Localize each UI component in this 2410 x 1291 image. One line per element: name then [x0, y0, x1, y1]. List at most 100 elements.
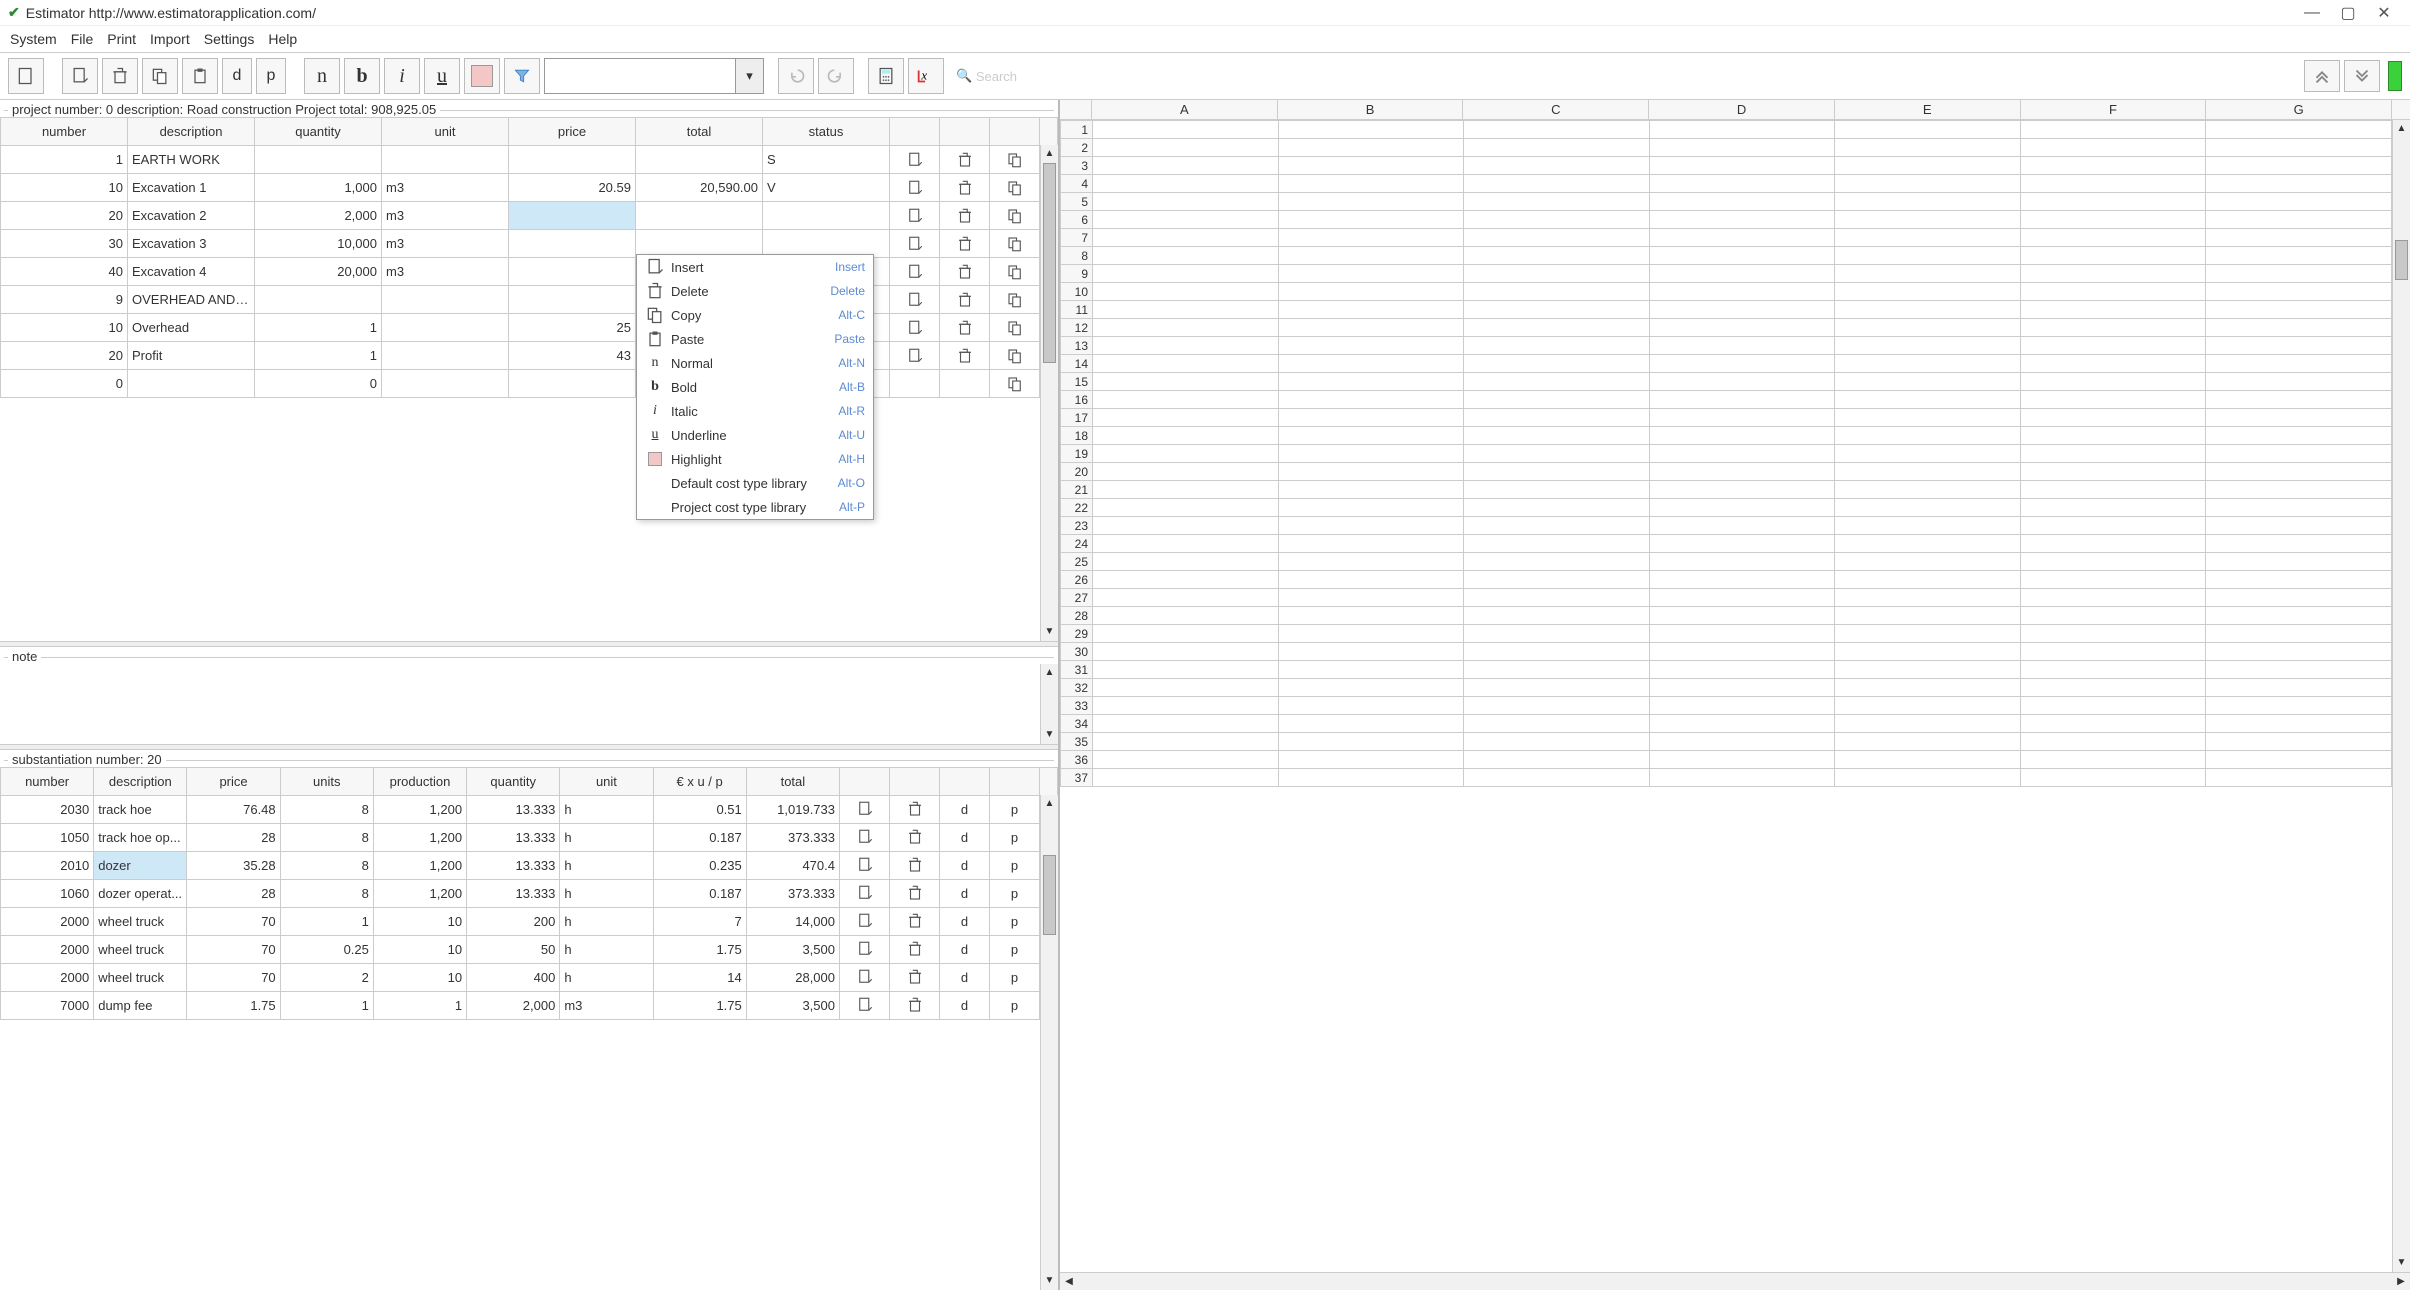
sheet-row-header[interactable]: 37 — [1061, 769, 1093, 787]
menu-import[interactable]: Import — [150, 31, 190, 47]
substantiation-grid[interactable]: numberdescriptionpriceunitsproductionqua… — [0, 767, 1058, 1291]
sub-col[interactable]: total — [746, 767, 839, 795]
sheet-cell[interactable] — [1464, 337, 1650, 355]
sheet-cell[interactable] — [1464, 751, 1650, 769]
sheet-cell[interactable] — [2020, 769, 2206, 787]
sheet-row[interactable]: 22 — [1061, 499, 2410, 517]
sheet-row-header[interactable]: 15 — [1061, 373, 1093, 391]
sheet-cell[interactable] — [1464, 481, 1650, 499]
sheet-row-header[interactable]: 8 — [1061, 247, 1093, 265]
sheet-row[interactable]: 11 — [1061, 301, 2410, 319]
sheet-row-header[interactable]: 22 — [1061, 499, 1093, 517]
sheet-cell[interactable] — [1278, 715, 1464, 733]
sheet-cell[interactable] — [2020, 535, 2206, 553]
sub-col[interactable]: € x u / p — [653, 767, 746, 795]
sheet-cell[interactable] — [2020, 409, 2206, 427]
sheet-cell[interactable] — [1278, 643, 1464, 661]
sheet-cell[interactable] — [1835, 463, 2021, 481]
sheet-row[interactable]: 17 — [1061, 409, 2410, 427]
sheet-cell[interactable] — [1093, 607, 1279, 625]
row-delete-button[interactable] — [890, 823, 940, 851]
sheet-cell[interactable] — [1093, 175, 1279, 193]
sub-row[interactable]: 2000 wheel truck 70 1 10 200 h 7 14,000 … — [1, 907, 1058, 935]
sheet-cell[interactable] — [1278, 553, 1464, 571]
sheet-cell[interactable] — [1278, 247, 1464, 265]
sheet-cell[interactable] — [1464, 427, 1650, 445]
sheet-cell[interactable] — [1093, 661, 1279, 679]
sheet-cell[interactable] — [1278, 679, 1464, 697]
sheet-cell[interactable] — [2020, 607, 2206, 625]
sheet-row-header[interactable]: 24 — [1061, 535, 1093, 553]
row-delete-button[interactable] — [940, 230, 990, 258]
sheet-cell[interactable] — [1649, 175, 1835, 193]
menu-help[interactable]: Help — [268, 31, 297, 47]
sheet-cell[interactable] — [1093, 319, 1279, 337]
sheet-cell[interactable] — [2206, 733, 2392, 751]
sheet-cell[interactable] — [1278, 661, 1464, 679]
sheet-cell[interactable] — [1464, 157, 1650, 175]
sheet-cell[interactable] — [1649, 607, 1835, 625]
row-insert-button[interactable] — [890, 146, 940, 174]
row-delete-button[interactable] — [890, 907, 940, 935]
row-insert-button[interactable] — [890, 174, 940, 202]
sheet-cell[interactable] — [2020, 589, 2206, 607]
sheet-row[interactable]: 37 — [1061, 769, 2410, 787]
sheet-cell[interactable] — [1278, 625, 1464, 643]
row-copy-button[interactable] — [990, 314, 1040, 342]
sheet-cell[interactable] — [2206, 679, 2392, 697]
sheet-cell[interactable] — [1093, 481, 1279, 499]
sheet-cell[interactable] — [1093, 427, 1279, 445]
est-col-unit[interactable]: unit — [382, 118, 509, 146]
sheet-cell[interactable] — [1649, 463, 1835, 481]
row-insert-button[interactable] — [840, 823, 890, 851]
sheet-cell[interactable] — [2020, 355, 2206, 373]
sheet-row[interactable]: 13 — [1061, 337, 2410, 355]
sheet-cell[interactable] — [1278, 139, 1464, 157]
sheet-cell[interactable] — [2206, 283, 2392, 301]
sub-col[interactable]: production — [373, 767, 466, 795]
ctx-paste[interactable]: PastePaste — [637, 327, 873, 351]
sheet-cell[interactable] — [1278, 589, 1464, 607]
sheet-row[interactable]: 21 — [1061, 481, 2410, 499]
sheet-row[interactable]: 29 — [1061, 625, 2410, 643]
sheet-row-header[interactable]: 18 — [1061, 427, 1093, 445]
sheet-row[interactable]: 14 — [1061, 355, 2410, 373]
sheet-cell[interactable] — [2020, 751, 2206, 769]
sheet-cell[interactable] — [1464, 373, 1650, 391]
sheet-cell[interactable] — [2206, 319, 2392, 337]
sheet-cell[interactable] — [1835, 427, 2021, 445]
sheet-cell[interactable] — [2206, 193, 2392, 211]
estimation-grid[interactable]: numberdescriptionquantityunitpricetotals… — [0, 117, 1058, 641]
sheet-cell[interactable] — [1835, 301, 2021, 319]
sheet-cell[interactable] — [2206, 211, 2392, 229]
ctx-bold[interactable]: bBoldAlt-B — [637, 375, 873, 399]
sheet-cell[interactable] — [1835, 121, 2021, 139]
sub-row[interactable]: 1050 track hoe op... 28 8 1,200 13.333 h… — [1, 823, 1058, 851]
sheet-row[interactable]: 27 — [1061, 589, 2410, 607]
sheet-cell[interactable] — [1464, 499, 1650, 517]
sheet-cell[interactable] — [1835, 409, 2021, 427]
est-col-number[interactable]: number — [1, 118, 128, 146]
sheet-cell[interactable] — [1464, 175, 1650, 193]
sheet-cell[interactable] — [1649, 391, 1835, 409]
sheet-cell[interactable] — [1835, 193, 2021, 211]
sheet-cell[interactable] — [1464, 355, 1650, 373]
row-delete-button[interactable] — [890, 963, 940, 991]
sheet-cell[interactable] — [2206, 715, 2392, 733]
sheet-row-header[interactable]: 2 — [1061, 139, 1093, 157]
sheet-row[interactable]: 7 — [1061, 229, 2410, 247]
est-row[interactable]: 9 OVERHEAD AND P... — [1, 286, 1058, 314]
sheet-cell[interactable] — [1649, 193, 1835, 211]
sheet-cell[interactable] — [1649, 625, 1835, 643]
sheet-row[interactable]: 26 — [1061, 571, 2410, 589]
row-d-button[interactable]: d — [940, 823, 990, 851]
sheet-row-header[interactable]: 10 — [1061, 283, 1093, 301]
sheet-cell[interactable] — [1093, 463, 1279, 481]
sheet-col-B[interactable]: B — [1278, 100, 1464, 119]
sheet-cell[interactable] — [2206, 157, 2392, 175]
sheet-cell[interactable] — [1835, 571, 2021, 589]
sheet-cell[interactable] — [1278, 121, 1464, 139]
row-copy-button[interactable] — [990, 370, 1040, 398]
sheet-cell[interactable] — [1649, 517, 1835, 535]
sheet-cell[interactable] — [1835, 715, 2021, 733]
